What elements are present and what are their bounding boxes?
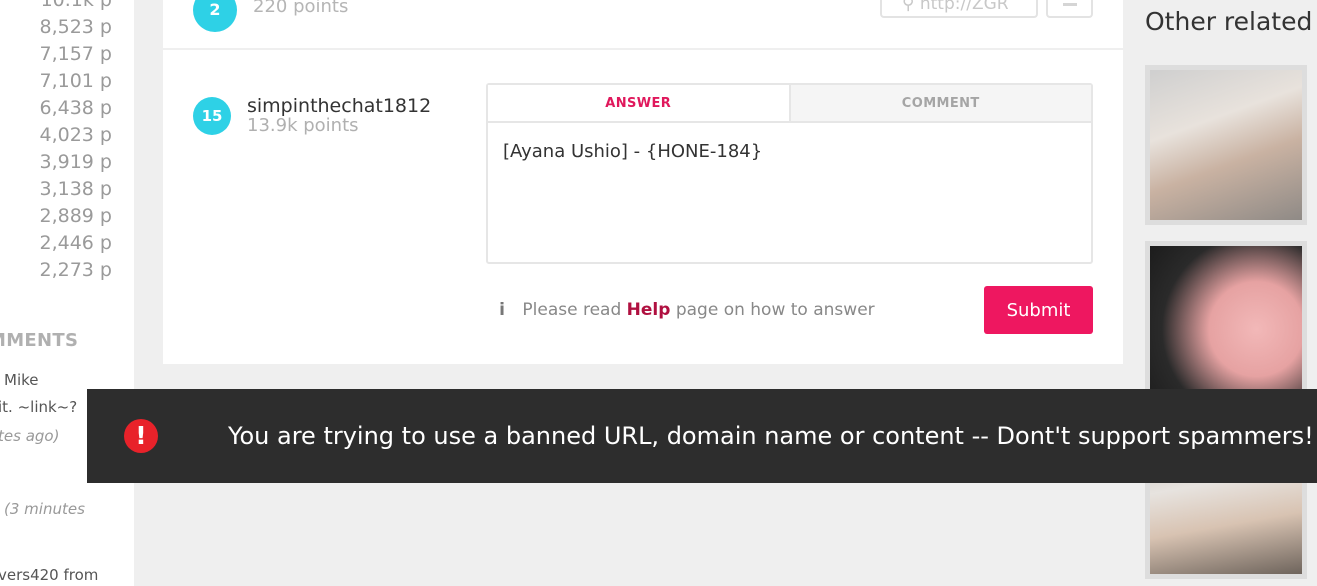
related-heading: Other related: [1145, 7, 1313, 36]
score-item: 2,446 p: [39, 232, 113, 254]
recent-comment-line[interactable]: vers420 from: [0, 566, 98, 584]
help-hint: i Please read Help page on how to answer: [495, 300, 875, 320]
thumbnail-image: [1150, 70, 1302, 220]
info-icon: i: [499, 300, 505, 320]
score-item: 2,273 p: [39, 259, 113, 281]
avatar[interactable]: 15: [193, 97, 231, 135]
previous-answer-card: 2 220 points ⚲ http://ZGR: [163, 0, 1123, 48]
answer-editor: ANSWER COMMENT [Ayana Ushio] - {HONE-184…: [486, 83, 1093, 264]
top-users-score-list: 10.1k p 8,523 p 7,157 p 7,101 p 6,438 p …: [40, 0, 113, 284]
recent-comment-line[interactable]: it. ~link~?: [0, 398, 77, 416]
related-thumbnail[interactable]: [1145, 65, 1307, 225]
score-item: 7,157 p: [39, 43, 113, 65]
username[interactable]: simpinthechat1812: [247, 95, 431, 117]
user-points: 220 points: [253, 0, 349, 17]
score-item: 10.1k p: [40, 0, 112, 11]
score-item: 3,138 p: [39, 178, 113, 200]
thumbnail-image: [1150, 246, 1302, 397]
related-thumbnail[interactable]: [1145, 241, 1307, 402]
score-item: 2,889 p: [39, 205, 113, 227]
tab-comment[interactable]: COMMENT: [788, 85, 1091, 121]
user-points: 13.9k points: [247, 115, 359, 136]
error-icon: !: [124, 419, 158, 453]
answer-form-card: 15 simpinthechat1812 13.9k points ANSWER…: [163, 50, 1123, 364]
submit-button[interactable]: Submit: [984, 286, 1093, 334]
recent-comment-time: (3 minutes: [4, 500, 85, 518]
score-item: 7,101 p: [39, 70, 113, 92]
recent-comment-line[interactable]: Mike: [4, 371, 39, 389]
score-item: 4,023 p: [39, 124, 113, 146]
editor-tabs: ANSWER COMMENT: [488, 85, 1091, 123]
help-text-after: page on how to answer: [675, 300, 875, 320]
score-item: 6,438 p: [39, 97, 113, 119]
answer-textarea[interactable]: [Ayana Ushio] - {HONE-184}: [488, 123, 1091, 180]
error-toast[interactable]: ! You are trying to use a banned URL, do…: [87, 389, 1317, 483]
help-link[interactable]: Help: [627, 300, 671, 320]
link-button[interactable]: ⚲ http://ZGR: [880, 0, 1038, 18]
left-sidebar: 10.1k p 8,523 p 7,157 p 7,101 p 6,438 p …: [0, 0, 134, 586]
link-button-label: http://ZGR: [919, 0, 1009, 14]
tab-answer[interactable]: ANSWER: [488, 85, 789, 121]
recent-comments-heading: MMENTS: [0, 330, 79, 351]
recent-comment-time: tes ago): [0, 427, 60, 445]
score-item: 3,919 p: [39, 151, 113, 173]
help-text-before: Please read: [522, 300, 622, 320]
menu-button[interactable]: [1046, 0, 1093, 18]
avatar[interactable]: 2: [193, 0, 237, 32]
toast-message: You are trying to use a banned URL, doma…: [228, 422, 1314, 450]
score-item: 8,523 p: [39, 16, 113, 38]
link-icon: ⚲: [902, 0, 915, 14]
